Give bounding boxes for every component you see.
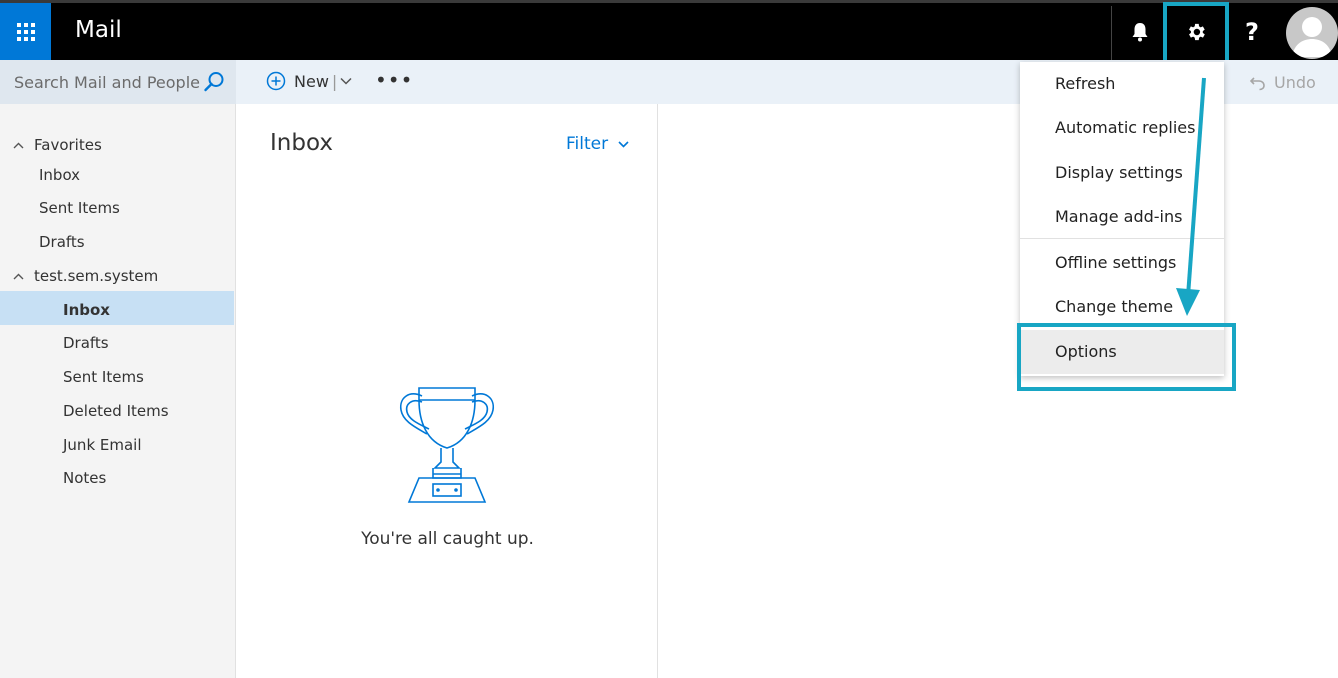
folder-item-sent-items[interactable]: Sent Items: [63, 368, 144, 386]
new-button-separator: |: [331, 71, 338, 91]
gear-highlight-annotation: [1163, 2, 1229, 69]
selected-folder-highlight: [0, 291, 234, 325]
favorites-item-inbox[interactable]: Inbox: [39, 166, 80, 184]
trophy-icon: [399, 387, 495, 503]
account-label: test.sem.system: [34, 267, 159, 285]
folder-item-inbox[interactable]: Inbox: [63, 301, 110, 319]
app-launcher-icon: [16, 22, 35, 41]
folder-item-notes[interactable]: Notes: [63, 469, 106, 487]
favorites-item-sent-items[interactable]: Sent Items: [39, 199, 120, 217]
top-bar: Mail ?: [0, 0, 1338, 60]
undo-button[interactable]: Undo: [1250, 73, 1316, 92]
search-placeholder: Search Mail and People: [14, 73, 200, 92]
favorites-label: Favorites: [34, 136, 102, 154]
reading-pane: [659, 104, 1338, 678]
chevron-down-icon[interactable]: [340, 77, 352, 85]
account-group[interactable]: test.sem.system: [13, 267, 158, 285]
filter-button[interactable]: Filter: [566, 134, 629, 154]
new-message-button[interactable]: New |: [266, 71, 352, 91]
search-icon[interactable]: [203, 71, 225, 93]
undo-label: Undo: [1274, 73, 1316, 92]
favorites-group[interactable]: Favorites: [13, 136, 102, 154]
message-list: Inbox Filter You're all caught up.: [237, 104, 658, 678]
filter-label: Filter: [566, 134, 609, 154]
undo-icon: [1250, 76, 1265, 90]
add-circle-icon: [266, 71, 286, 91]
chevron-up-icon[interactable]: [13, 270, 25, 283]
folder-item-junk-email[interactable]: Junk Email: [63, 436, 142, 454]
favorites-item-drafts[interactable]: Drafts: [39, 233, 85, 251]
page-title: Inbox: [270, 130, 333, 156]
search-input[interactable]: Search Mail and People: [0, 60, 236, 104]
help-button[interactable]: ?: [1230, 3, 1274, 60]
folder-pane: Favorites Inbox Sent Items Drafts test.s…: [0, 104, 236, 678]
options-highlight-annotation: [1017, 323, 1236, 391]
bell-icon: [1132, 22, 1148, 41]
more-actions-button[interactable]: •••: [375, 70, 413, 90]
app-launcher-button[interactable]: [0, 3, 51, 60]
annotation-arrow: [1176, 77, 1206, 316]
folder-item-drafts[interactable]: Drafts: [63, 334, 109, 352]
empty-state-message: You're all caught up.: [361, 529, 534, 549]
top-bar-divider: [1111, 6, 1112, 60]
chevron-down-icon: [618, 140, 629, 148]
folder-item-deleted-items[interactable]: Deleted Items: [63, 402, 169, 420]
notifications-button[interactable]: [1118, 3, 1162, 60]
app-title[interactable]: Mail: [75, 17, 122, 43]
chevron-up-icon[interactable]: [13, 139, 25, 152]
user-avatar-icon[interactable]: [1286, 7, 1338, 59]
new-button-label: New: [294, 71, 329, 91]
